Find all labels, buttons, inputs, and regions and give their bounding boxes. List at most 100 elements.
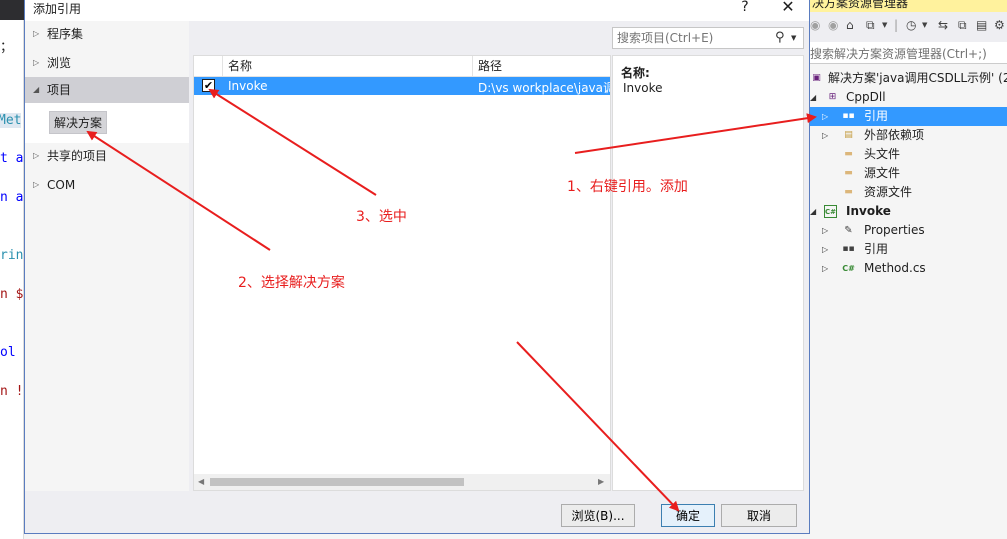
nav-item-label: 程序集 (47, 27, 84, 41)
expanded-arrow-icon[interactable]: ◢ (810, 202, 816, 221)
nav-item-label: 共享的项目 (47, 149, 108, 163)
tree-node-label: 头文件 (864, 147, 901, 161)
help-button[interactable]: ? (733, 0, 757, 17)
nav-item-com[interactable]: ▷ COM (25, 172, 189, 198)
scrollbar-thumb[interactable] (210, 478, 464, 486)
tree-node-cppdll[interactable]: ◢ ⊞ CppDll (810, 88, 1007, 107)
references-icon: ▪▪ (842, 244, 855, 254)
csharp-project-icon: C# (824, 205, 837, 218)
collapsed-arrow-icon[interactable]: ▷ (33, 21, 39, 47)
tree-node-invoke-references[interactable]: ▷ ▪▪ 引用 (810, 240, 1007, 259)
tree-node-label: 引用 (864, 242, 889, 256)
collapsed-arrow-icon[interactable]: ▷ (822, 259, 828, 278)
expanded-arrow-icon[interactable]: ◢ (33, 77, 39, 103)
solution-explorer-search[interactable]: 搜索解决方案资源管理器(Ctrl+;) (810, 42, 1007, 64)
editor-line: n a (0, 190, 24, 205)
chevron-down-icon[interactable]: ▼ (791, 34, 796, 42)
close-button[interactable]: ✕ (773, 0, 803, 17)
collapsed-arrow-icon[interactable]: ▷ (822, 107, 828, 126)
pending-changes-icon[interactable]: ◷ (906, 18, 916, 32)
cpp-project-icon: ⊞ (828, 92, 837, 102)
list-header: 名称 路径 (194, 56, 610, 77)
column-header-name[interactable]: 名称 (222, 56, 472, 76)
annotation-step-3: 3、选中 (356, 209, 407, 225)
search-icon[interactable]: ⚲ (775, 30, 785, 45)
collapsed-arrow-icon[interactable]: ▷ (33, 143, 39, 169)
search-box[interactable]: ⚲ ▼ (612, 27, 804, 49)
separator: | (894, 18, 899, 32)
column-header-check[interactable] (194, 56, 222, 76)
tree-node-resource-files[interactable]: ▬ 资源文件 (810, 183, 1007, 202)
nav-item-label: COM (47, 178, 76, 192)
tree-node-header-files[interactable]: ▬ 头文件 (810, 145, 1007, 164)
search-input[interactable]: 搜索解决方案资源管理器(Ctrl+;) (810, 45, 987, 62)
collapsed-arrow-icon[interactable]: ▷ (822, 126, 828, 145)
chevron-down-icon[interactable]: ▼ (882, 21, 887, 29)
nav-item-projects[interactable]: ◢ 项目 (25, 77, 189, 103)
collapsed-arrow-icon[interactable]: ▷ (33, 50, 39, 76)
sync-icon[interactable]: ⧉ (866, 18, 875, 33)
tree-node-source-files[interactable]: ▬ 源文件 (810, 164, 1007, 183)
show-all-files-icon[interactable]: ▤ (976, 18, 987, 32)
editor-line: n ! (0, 384, 24, 399)
dialog-title: 添加引用 (33, 2, 82, 16)
annotation-step-1: 1、右键引用。添加 (567, 179, 688, 195)
row-name: Invoke (228, 79, 268, 93)
tree-node-invoke[interactable]: ◢ C# Invoke (810, 202, 1007, 221)
collapsed-arrow-icon[interactable]: ▷ (822, 221, 828, 240)
solution-icon: ▣ (812, 73, 821, 83)
tree-node-external-deps[interactable]: ▷ ▤ 外部依赖项 (810, 126, 1007, 145)
nav-item-assemblies[interactable]: ▷ 程序集 (25, 21, 189, 47)
tree-node-label: 源文件 (864, 166, 901, 180)
editor-line: t a (0, 151, 24, 166)
panel-title: 决方案资源管理器 (812, 0, 909, 10)
tree-node-properties[interactable]: ▷ ✎ Properties (810, 221, 1007, 240)
collapsed-arrow-icon[interactable]: ▷ (33, 172, 39, 198)
chevron-down-icon[interactable]: ▼ (922, 21, 927, 29)
editor-line: Met (0, 113, 22, 128)
nav-item-solution[interactable]: 解决方案 (49, 111, 108, 134)
nav-item-browse[interactable]: ▷ 浏览 (25, 50, 189, 76)
folder-icon: ▬ (844, 168, 853, 178)
properties-icon[interactable]: ⚙ (994, 18, 1005, 32)
tree-node-solution[interactable]: ▣ 解决方案'java调用CSDLL示例' (2 (810, 69, 1007, 88)
nav-item-shared-projects[interactable]: ▷ 共享的项目 (25, 143, 189, 169)
wrench-icon: ✎ (844, 225, 853, 236)
scroll-right-icon[interactable]: ▶ (598, 477, 604, 486)
details-panel: 名称: Invoke (612, 55, 804, 491)
table-row[interactable]: ✔ Invoke D:\vs workplace\java调 (194, 77, 610, 95)
tree-node-label: Invoke (846, 204, 891, 218)
back-icon[interactable]: ◉ (810, 18, 820, 32)
ok-button[interactable]: 确定 (661, 504, 715, 527)
editor-titlebar (0, 0, 24, 20)
collapse-all-icon[interactable]: ⧉ (958, 18, 967, 33)
home-icon[interactable]: ⌂ (846, 18, 854, 32)
solution-explorer-toolbar: ◉ ◉ ⌂ ⧉ ▼ | ◷ ▼ ⇆ ⧉ ▤ ⚙ (810, 12, 1007, 42)
tree-node-label: 资源文件 (864, 185, 913, 199)
tree-node-label: CppDll (846, 90, 886, 104)
annotation-step-2: 2、选择解决方案 (238, 275, 345, 291)
scroll-left-icon[interactable]: ◀ (198, 477, 204, 486)
references-icon: ▪▪ (842, 111, 855, 121)
details-name-value: Invoke (623, 81, 663, 95)
tree-node-cppdll-references[interactable]: ▷ ▪▪ 引用 (810, 107, 1007, 126)
editor-line: rin (0, 248, 24, 263)
cancel-button[interactable]: 取消 (721, 504, 797, 527)
dialog-title-bar: 添加引用 ? ✕ (25, 0, 809, 21)
horizontal-scrollbar[interactable]: ◀ ▶ (194, 474, 610, 490)
tree-node-label: 外部依赖项 (864, 128, 925, 142)
reference-category-nav: ▷ 程序集 ▷ 浏览 ◢ 项目 解决方案 ▷ 共享的项目 ▷ COM (25, 21, 189, 491)
forward-icon[interactable]: ◉ (828, 18, 838, 32)
refresh-icon[interactable]: ⇆ (938, 18, 948, 32)
solution-explorer-title: 决方案资源管理器 (810, 0, 1007, 12)
tree-node-label: Properties (864, 223, 925, 237)
column-header-path[interactable]: 路径 (472, 56, 610, 76)
browse-button[interactable]: 浏览(B)... (561, 504, 635, 527)
expanded-arrow-icon[interactable]: ◢ (810, 88, 816, 107)
search-input[interactable] (617, 31, 767, 45)
row-checkbox[interactable]: ✔ (202, 79, 215, 92)
folder-icon: ▬ (844, 149, 853, 159)
tree-node-method-cs[interactable]: ▷ C# Method.cs (810, 259, 1007, 278)
row-path: D:\vs workplace\java调 (478, 81, 610, 95)
collapsed-arrow-icon[interactable]: ▷ (822, 240, 828, 259)
